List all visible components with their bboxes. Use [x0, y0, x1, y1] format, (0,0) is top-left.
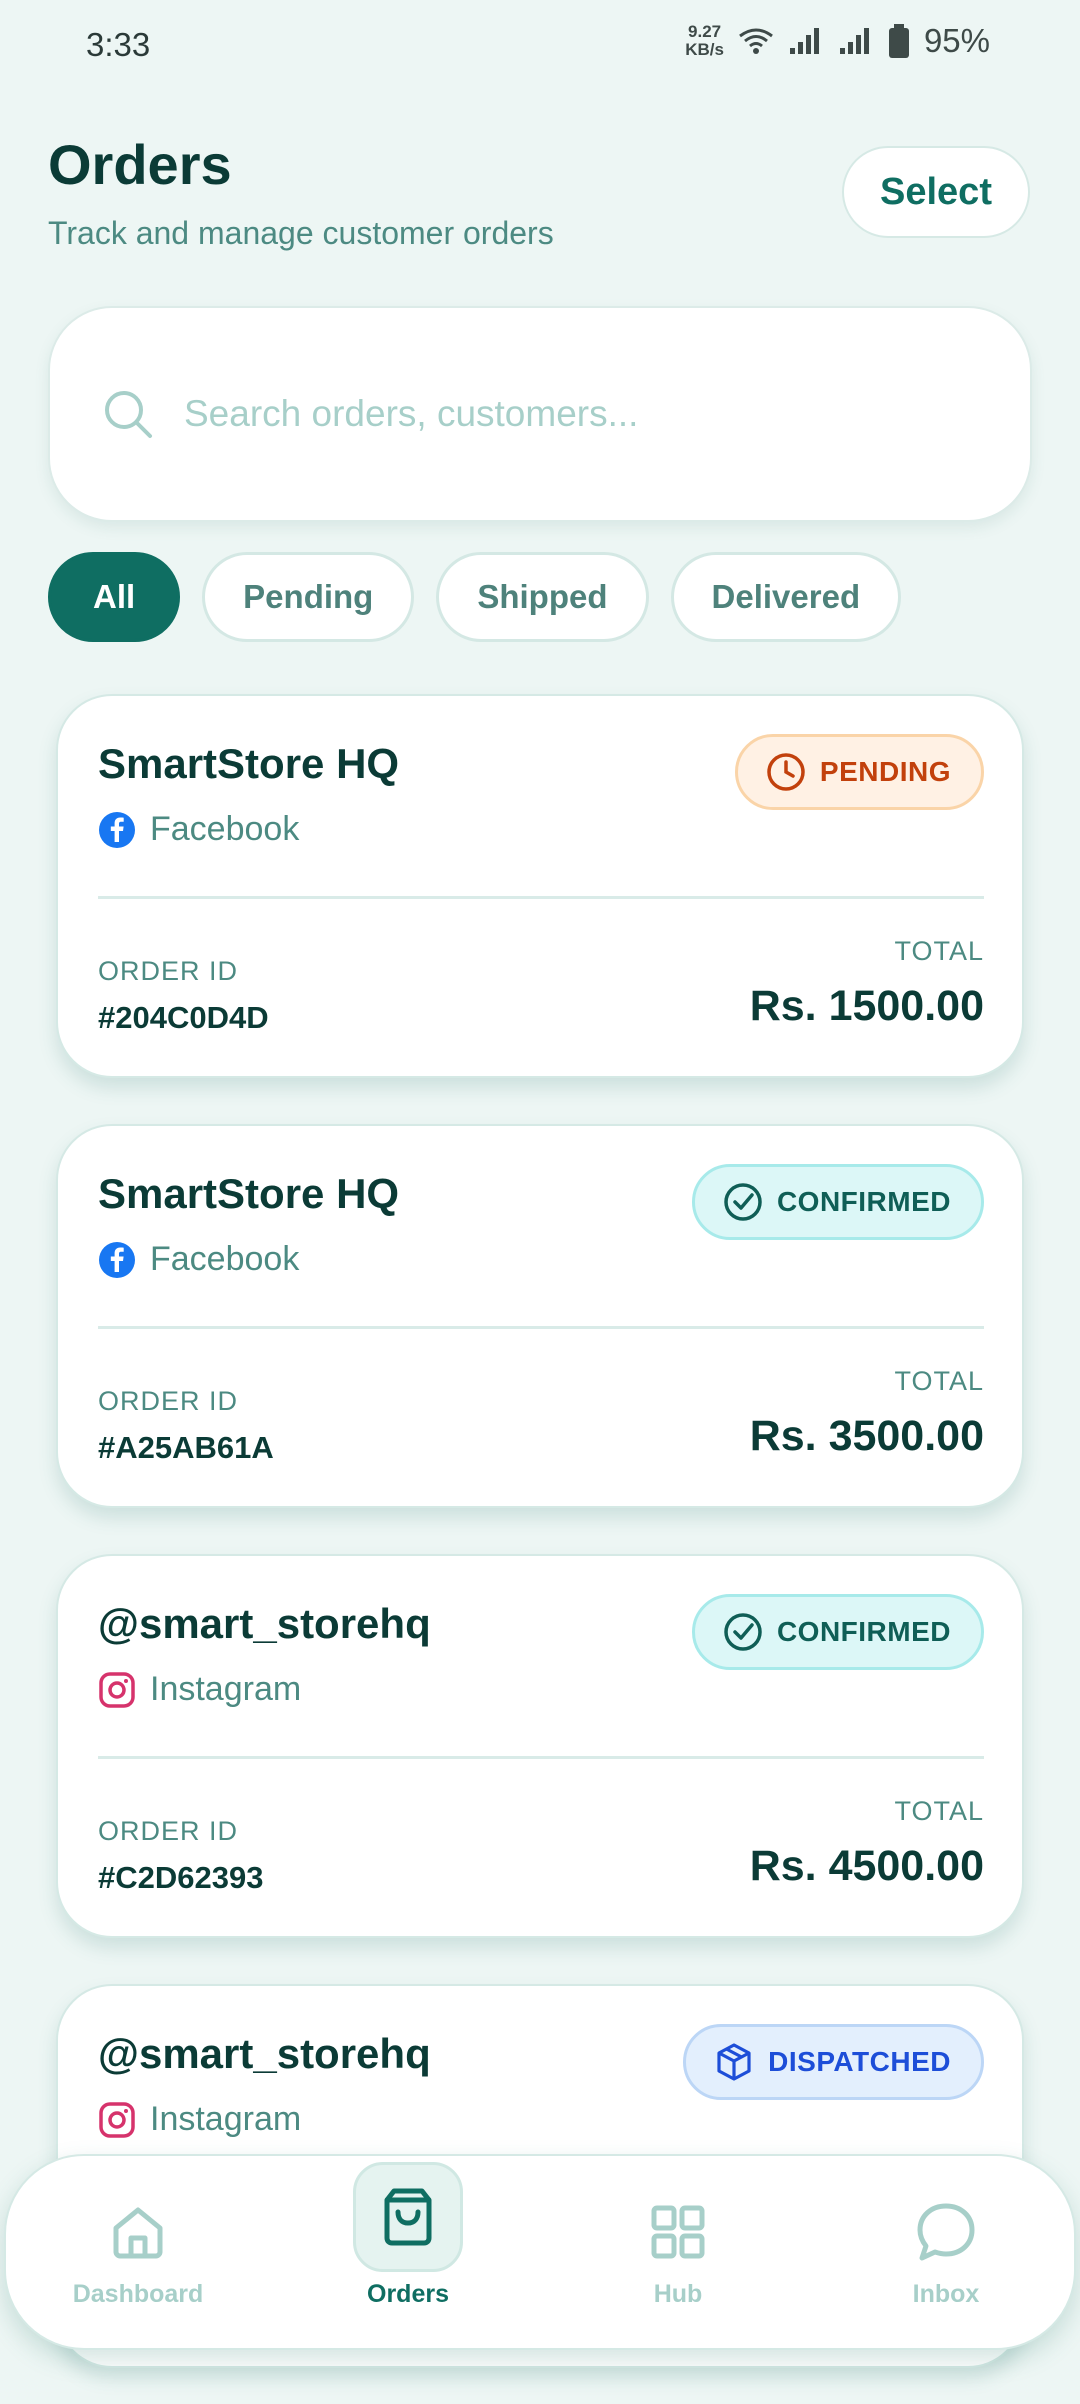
signal-icon: [789, 28, 819, 54]
divider: [98, 1326, 984, 1329]
nav-label: Orders: [367, 2280, 449, 2308]
status-badge: PENDING: [734, 734, 984, 810]
instagram-icon: [99, 2101, 135, 2138]
order-id: #C2D62393: [98, 1860, 264, 1895]
filter-shipped[interactable]: Shipped: [436, 552, 649, 642]
package-icon: [717, 2043, 751, 2081]
chat-bubble-icon: [917, 2203, 975, 2261]
check-circle-icon: [724, 1183, 762, 1221]
status-label: DISPATCHED: [768, 2046, 951, 2077]
nav-inbox[interactable]: Inbox: [866, 2192, 1026, 2309]
order-card[interactable]: @smart_storehq Instagram CONFIRMED ORDER…: [56, 1554, 1024, 1938]
status-label: PENDING: [819, 756, 951, 787]
page-header: Orders Track and manage customer orders: [48, 132, 554, 252]
status-icons: 9.27 KB/s 95%: [685, 22, 990, 60]
customer-name: @smart_storehq: [98, 1600, 431, 1647]
order-id-label: ORDER ID: [98, 956, 239, 986]
platform: Instagram: [98, 1670, 301, 1709]
customer-name: @smart_storehq: [98, 2030, 431, 2077]
total-label: TOTAL: [894, 1366, 984, 1396]
network-speed: 9.27 KB/s: [685, 22, 724, 59]
filter-chips: All Pending Shipped Delivered: [48, 552, 902, 642]
search-icon: [105, 391, 152, 438]
status-badge: CONFIRMED: [691, 1164, 984, 1240]
filter-pending[interactable]: Pending: [202, 552, 415, 642]
platform-name: Instagram: [150, 2100, 302, 2138]
customer-name: SmartStore HQ: [98, 740, 400, 787]
order-total: Rs. 1500.00: [749, 982, 984, 1030]
status-badge: CONFIRMED: [691, 1594, 984, 1670]
filter-all[interactable]: All: [48, 552, 181, 642]
search-bar[interactable]: [48, 306, 1032, 522]
page-title: Orders: [48, 133, 232, 196]
bottom-nav: Dashboard Orders Hub Inbox: [4, 2154, 1076, 2350]
nav-label: Hub: [653, 2280, 703, 2308]
instagram-icon: [99, 1671, 135, 1708]
divider: [98, 1756, 984, 1759]
total-label: TOTAL: [894, 936, 984, 966]
status-label: CONFIRMED: [776, 1616, 951, 1647]
grid-icon: [651, 2205, 705, 2259]
status-time: 3:33: [86, 26, 151, 63]
order-id-label: ORDER ID: [98, 1816, 239, 1846]
platform-name: Facebook: [150, 1240, 300, 1278]
facebook-icon: [99, 811, 135, 848]
battery-icon: [888, 24, 909, 58]
nav-label: Inbox: [912, 2280, 980, 2308]
shopping-bag-icon: [384, 2188, 432, 2246]
customer-name: SmartStore HQ: [98, 1170, 400, 1217]
divider: [98, 896, 984, 899]
platform: Instagram: [98, 2100, 301, 2139]
battery-percent: 95%: [923, 22, 990, 59]
search-input[interactable]: [182, 392, 946, 436]
status-label: CONFIRMED: [776, 1186, 951, 1217]
total-label: TOTAL: [894, 1796, 984, 1826]
order-total: Rs. 4500.00: [749, 1842, 984, 1890]
order-id: #A25AB61A: [98, 1430, 274, 1465]
home-icon: [113, 2207, 163, 2259]
nav-label: Dashboard: [72, 2280, 204, 2308]
nav-dashboard[interactable]: Dashboard: [58, 2192, 218, 2309]
clock-icon: [767, 753, 805, 791]
nav-hub[interactable]: Hub: [598, 2192, 758, 2309]
platform: Facebook: [98, 810, 299, 849]
platform: Facebook: [98, 1240, 299, 1279]
status-badge: DISPATCHED: [683, 2024, 984, 2100]
order-card[interactable]: SmartStore HQ Facebook PENDING ORDER ID …: [56, 694, 1024, 1078]
filter-delivered[interactable]: Delivered: [670, 552, 902, 642]
order-card[interactable]: SmartStore HQ Facebook CONFIRMED ORDER I…: [56, 1124, 1024, 1508]
page-subtitle: Track and manage customer orders: [48, 215, 554, 251]
status-bar: 3:33 9.27 KB/s 95%: [0, 0, 1080, 90]
facebook-icon: [99, 1241, 135, 1278]
order-id: #204C0D4D: [98, 1000, 269, 1035]
order-id-label: ORDER ID: [98, 1386, 239, 1416]
platform-name: Facebook: [150, 810, 300, 848]
check-circle-icon: [724, 1613, 762, 1651]
select-button[interactable]: Select: [842, 146, 1030, 238]
order-total: Rs. 3500.00: [749, 1412, 984, 1460]
wifi-icon: [739, 28, 773, 54]
platform-name: Instagram: [150, 1670, 302, 1708]
signal-icon: [839, 28, 869, 54]
nav-orders[interactable]: Orders: [328, 2162, 488, 2309]
